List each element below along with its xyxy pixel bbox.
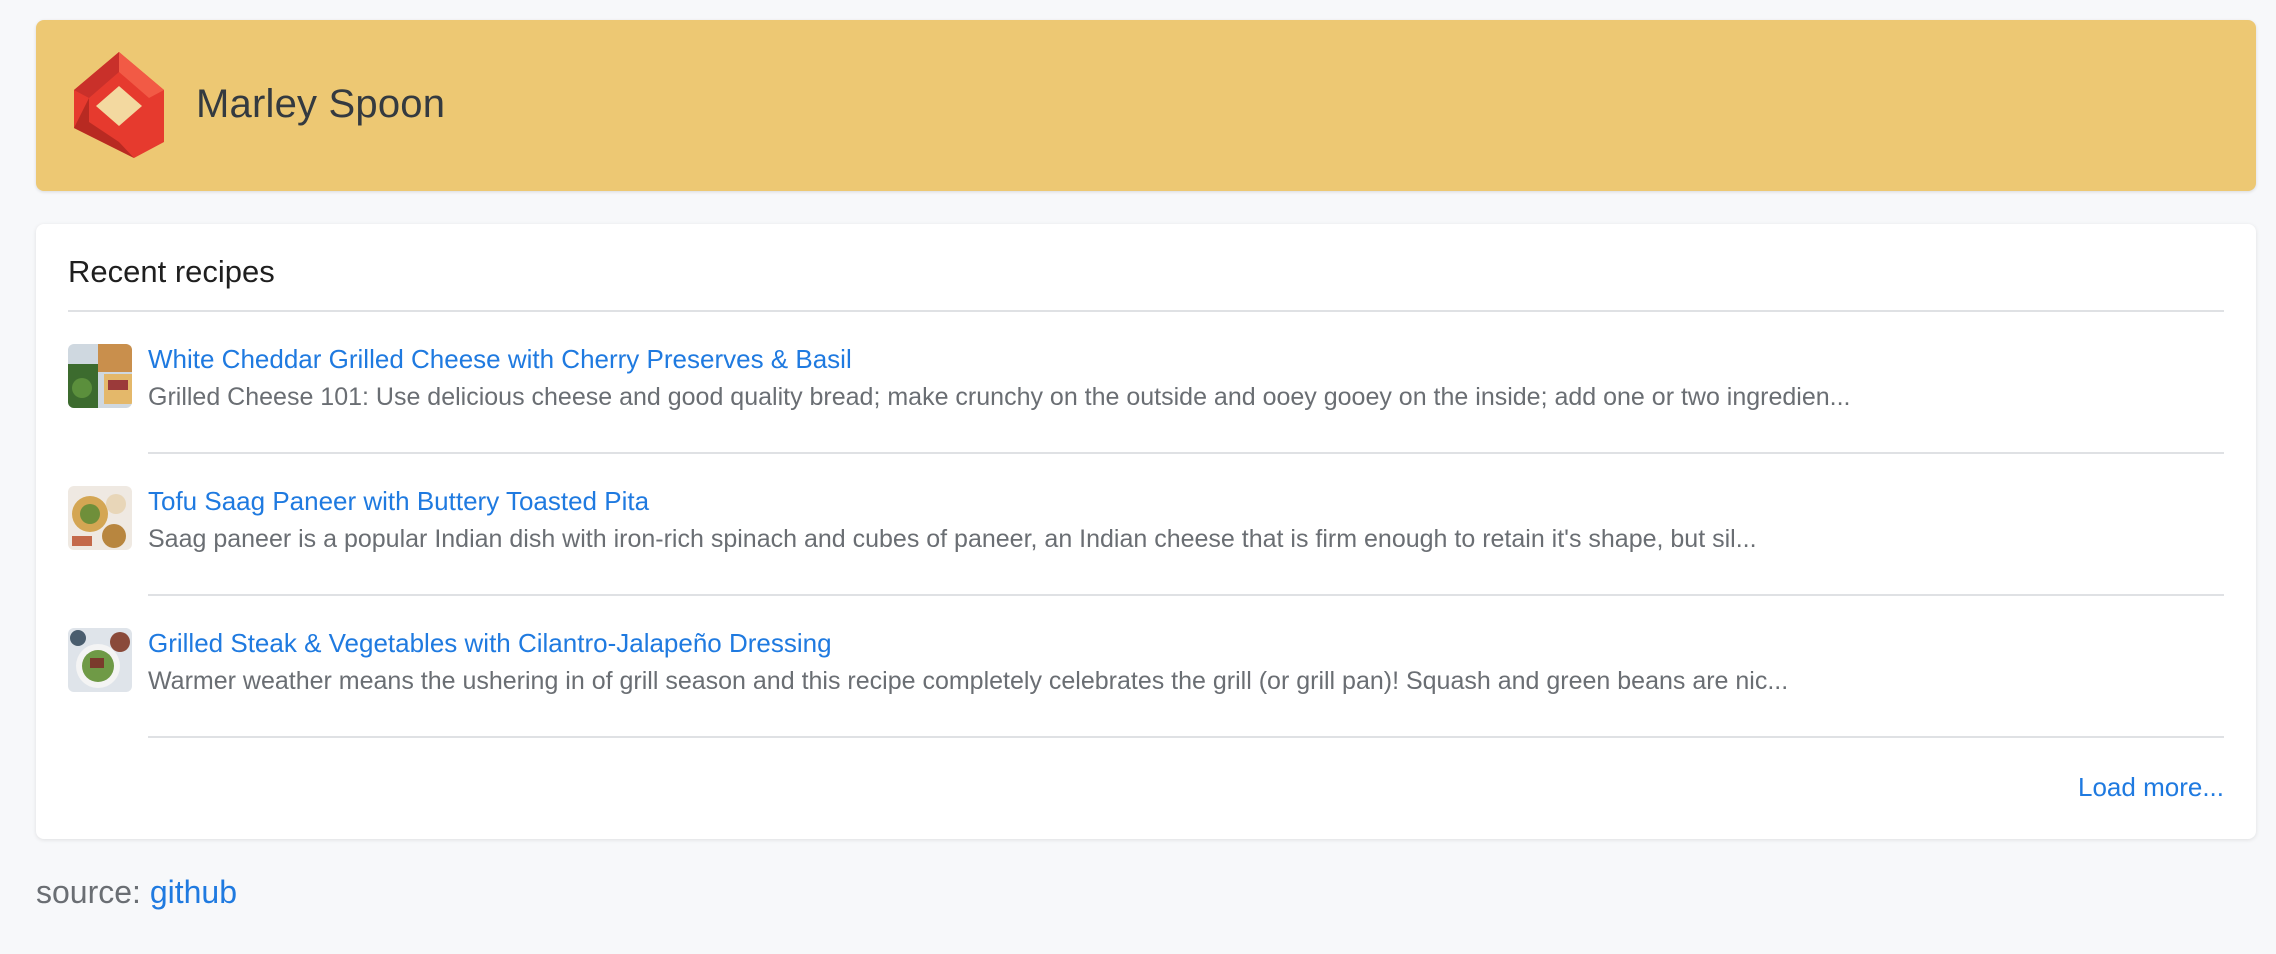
recipe-thumbnail-icon[interactable] <box>68 486 132 550</box>
app-header: Marley Spoon <box>36 20 2256 191</box>
divider <box>68 310 2224 312</box>
load-more-link[interactable]: Load more... <box>2078 770 2224 804</box>
recipe-title-link[interactable]: Tofu Saag Paneer with Buttery Toasted Pi… <box>148 484 649 518</box>
divider <box>148 452 2224 454</box>
card-title: Recent recipes <box>68 254 275 289</box>
recipe-list-item: White Cheddar Grilled Cheese with Cherry… <box>68 344 2224 486</box>
github-link[interactable]: github <box>150 874 237 910</box>
recipe-description: Saag paneer is a popular Indian dish wit… <box>148 525 1757 553</box>
recipe-list-item: Tofu Saag Paneer with Buttery Toasted Pi… <box>68 486 2224 628</box>
recent-recipes-card: Recent recipes White Cheddar Grilled Che… <box>36 224 2256 839</box>
recipe-list-item: Grilled Steak & Vegetables with Cilantro… <box>68 628 2224 770</box>
recipe-thumbnail-icon[interactable] <box>68 344 132 408</box>
divider <box>148 594 2224 596</box>
recipe-description: Grilled Cheese 101: Use delicious cheese… <box>148 383 1851 411</box>
divider <box>148 736 2224 738</box>
source-footer: source: github <box>36 872 237 912</box>
recipe-title-link[interactable]: Grilled Steak & Vegetables with Cilantro… <box>148 626 832 660</box>
recipe-title-link[interactable]: White Cheddar Grilled Cheese with Cherry… <box>148 342 852 376</box>
source-label: source: <box>36 874 141 910</box>
recipe-description: Warmer weather means the ushering in of … <box>148 667 1789 695</box>
brand-name: Marley Spoon <box>196 82 446 126</box>
recipe-thumbnail-icon[interactable] <box>68 628 132 692</box>
marley-spoon-logo-icon[interactable] <box>74 52 164 158</box>
